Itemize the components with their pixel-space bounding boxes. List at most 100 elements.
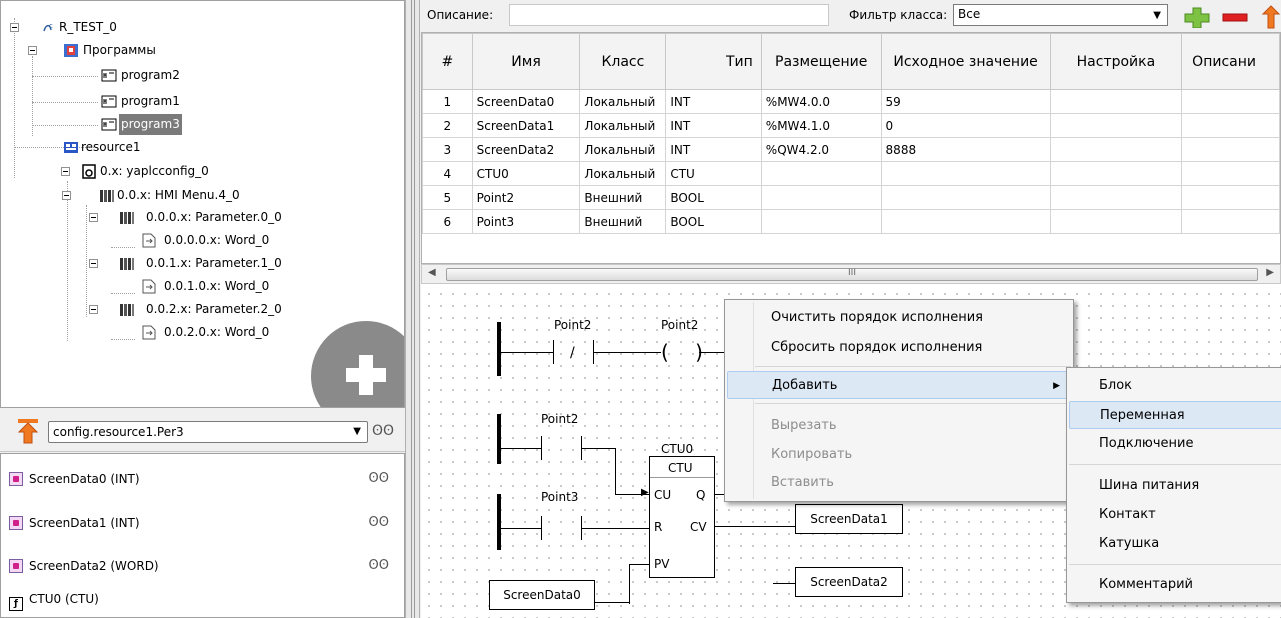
variable-block[interactable]: ScreenData0 bbox=[489, 580, 595, 610]
description-input[interactable] bbox=[509, 4, 829, 26]
table-cell[interactable]: Локальный bbox=[579, 113, 667, 138]
table-cell[interactable]: %QW4.2.0 bbox=[760, 137, 882, 162]
table-cell[interactable] bbox=[1049, 137, 1183, 162]
table-cell[interactable] bbox=[1049, 89, 1183, 114]
table-cell[interactable] bbox=[1181, 161, 1280, 186]
table-cell[interactable]: INT bbox=[665, 89, 762, 114]
table-cell[interactable]: 3 bbox=[422, 137, 473, 162]
table-cell[interactable]: Внешний bbox=[579, 209, 667, 234]
collapse-icon[interactable] bbox=[62, 191, 71, 200]
delete-variable-button[interactable] bbox=[1221, 6, 1249, 28]
submenu-item-contact[interactable]: Контакт bbox=[1069, 501, 1281, 529]
debug-var-item[interactable]: ƒ CTU0 (CTU) bbox=[9, 588, 399, 611]
debug-var-item[interactable]: ScreenData0 (INT) ʘʘ bbox=[9, 468, 399, 490]
column-header[interactable]: Класс bbox=[579, 33, 667, 90]
table-cell[interactable] bbox=[880, 209, 1051, 234]
menu-item-paste[interactable]: Вставить bbox=[727, 469, 1071, 497]
table-cell[interactable] bbox=[880, 161, 1051, 186]
collapse-icon[interactable] bbox=[89, 305, 98, 314]
table-cell[interactable]: INT bbox=[665, 137, 762, 162]
menu-item-clear-order[interactable]: Очистить порядок исполнения bbox=[727, 304, 1071, 332]
table-cell[interactable]: 5 bbox=[422, 185, 473, 210]
table-row[interactable]: 6 Point3 Внешний BOOL bbox=[422, 209, 1280, 234]
table-cell[interactable] bbox=[1181, 113, 1280, 138]
project-tree[interactable]: c R_TEST_0 Программы program2 program1 p… bbox=[0, 0, 405, 408]
submenu-item-variable[interactable]: Переменная bbox=[1069, 401, 1281, 429]
add-button[interactable] bbox=[311, 321, 404, 407]
debug-variable-list[interactable]: ScreenData0 (INT) ʘʘ ScreenData1 (INT) ʘ… bbox=[0, 453, 405, 618]
table-cell[interactable] bbox=[760, 209, 882, 234]
move-up-button[interactable] bbox=[1261, 4, 1281, 30]
scroll-left-icon[interactable]: ◀ bbox=[428, 267, 436, 278]
table-cell[interactable] bbox=[1049, 113, 1183, 138]
table-cell[interactable] bbox=[760, 161, 882, 186]
table-row[interactable]: 1 ScreenData0 Локальный INT %MW4.0.0 59 bbox=[422, 89, 1280, 114]
glasses-icon[interactable]: ʘʘ bbox=[369, 555, 389, 577]
table-cell[interactable]: Point2 bbox=[471, 185, 581, 210]
power-rail[interactable] bbox=[497, 414, 501, 464]
submenu-item-block[interactable]: Блок bbox=[1069, 372, 1281, 400]
variable-block[interactable]: ScreenData2 bbox=[795, 567, 903, 597]
column-header[interactable]: Тип bbox=[665, 33, 762, 90]
negated-contact[interactable] bbox=[553, 340, 594, 364]
menu-item-copy[interactable]: Копировать bbox=[727, 441, 1071, 469]
table-cell[interactable]: 6 bbox=[422, 209, 473, 234]
variables-table[interactable]: # Имя Класс Тип Размещение Исходное знач… bbox=[421, 32, 1281, 264]
submenu-item-coil[interactable]: Катушка bbox=[1069, 530, 1281, 558]
column-header[interactable]: Имя bbox=[471, 33, 581, 90]
submenu-item-connection[interactable]: Подключение bbox=[1069, 430, 1281, 458]
table-cell[interactable]: 8888 bbox=[880, 137, 1051, 162]
collapse-icon[interactable] bbox=[61, 167, 70, 176]
table-cell[interactable]: 1 bbox=[422, 89, 473, 114]
table-cell[interactable]: INT bbox=[665, 113, 762, 138]
scroll-right-icon[interactable]: ▶ bbox=[1266, 267, 1274, 278]
variable-block[interactable]: ScreenData1 bbox=[795, 504, 903, 534]
scrollbar-thumb[interactable]: III bbox=[446, 268, 1258, 281]
menu-item-cut[interactable]: Вырезать bbox=[727, 412, 1071, 440]
collapse-icon[interactable] bbox=[10, 23, 19, 32]
table-cell[interactable]: BOOL bbox=[665, 185, 762, 210]
table-cell[interactable] bbox=[1181, 89, 1280, 114]
debug-var-item[interactable]: ScreenData1 (INT) ʘʘ bbox=[9, 512, 399, 534]
power-rail[interactable] bbox=[497, 494, 501, 550]
table-cell[interactable] bbox=[1181, 185, 1280, 210]
table-cell[interactable] bbox=[1049, 185, 1183, 210]
table-row[interactable]: 4 CTU0 Локальный CTU bbox=[422, 161, 1280, 186]
glasses-icon[interactable]: ʘʘ bbox=[369, 512, 389, 534]
contact[interactable] bbox=[541, 516, 582, 540]
column-header[interactable]: Настройка bbox=[1049, 33, 1183, 90]
table-cell[interactable]: Внешний bbox=[579, 185, 667, 210]
column-header[interactable]: # bbox=[422, 33, 473, 90]
table-cell[interactable]: ScreenData1 bbox=[471, 113, 581, 138]
table-cell[interactable] bbox=[880, 185, 1051, 210]
glasses-icon[interactable]: ʘʘ bbox=[372, 423, 394, 439]
power-rail[interactable] bbox=[497, 322, 501, 376]
table-cell[interactable]: Локальный bbox=[579, 89, 667, 114]
table-cell[interactable]: CTU0 bbox=[471, 161, 581, 186]
table-cell[interactable]: ScreenData0 bbox=[471, 89, 581, 114]
collapse-icon[interactable] bbox=[89, 213, 98, 222]
table-cell[interactable]: 4 bbox=[422, 161, 473, 186]
horizontal-scrollbar[interactable]: ◀ III ▶ bbox=[421, 264, 1281, 284]
table-cell[interactable] bbox=[1181, 209, 1280, 234]
table-cell[interactable]: ScreenData2 bbox=[471, 137, 581, 162]
table-cell[interactable]: %MW4.0.0 bbox=[760, 89, 882, 114]
table-cell[interactable] bbox=[760, 185, 882, 210]
table-row[interactable]: 5 Point2 Внешний BOOL bbox=[422, 185, 1280, 210]
table-cell[interactable] bbox=[1049, 161, 1183, 186]
menu-item-add[interactable]: Добавить ▶ bbox=[727, 371, 1071, 399]
table-cell[interactable]: %MW4.1.0 bbox=[760, 113, 882, 138]
move-up-icon[interactable] bbox=[16, 417, 40, 448]
table-cell[interactable] bbox=[1049, 209, 1183, 234]
instance-select[interactable]: config.resource1.Per3 ▼ bbox=[48, 421, 368, 443]
contact[interactable] bbox=[541, 436, 582, 460]
table-cell[interactable]: Локальный bbox=[579, 161, 667, 186]
column-header[interactable]: Размещение bbox=[760, 33, 882, 90]
table-cell[interactable]: 0 bbox=[880, 113, 1051, 138]
add-variable-button[interactable] bbox=[1183, 6, 1211, 29]
table-row[interactable]: 3 ScreenData2 Локальный INT %QW4.2.0 8888 bbox=[422, 137, 1280, 162]
column-header[interactable]: Исходное значение bbox=[880, 33, 1051, 90]
collapse-icon[interactable] bbox=[28, 46, 37, 55]
debug-var-item[interactable]: ScreenData2 (WORD) ʘʘ bbox=[9, 555, 399, 577]
table-cell[interactable]: CTU bbox=[665, 161, 762, 186]
